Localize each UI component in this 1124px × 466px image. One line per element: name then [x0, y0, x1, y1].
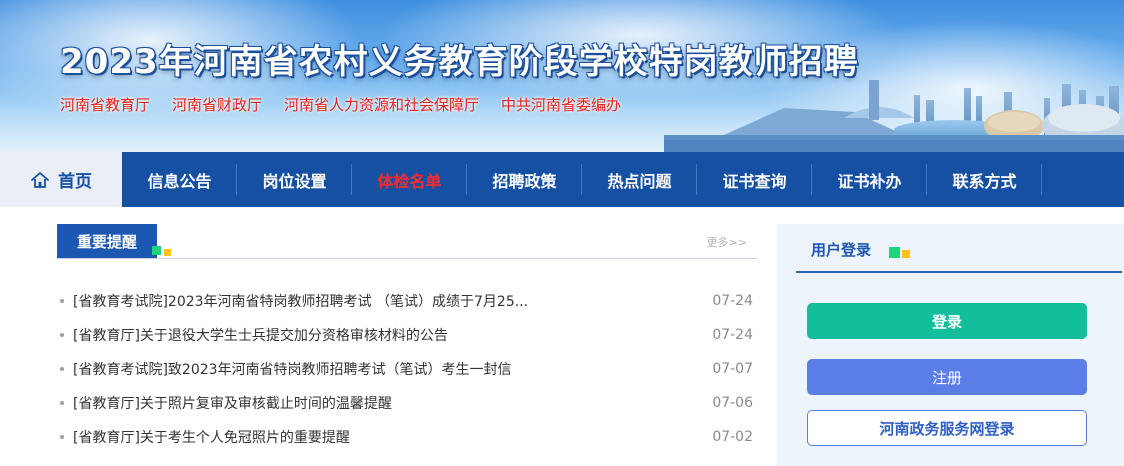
nav-item-contact[interactable]: 联系方式 [927, 152, 1042, 207]
notice-item-date: 07-24 [712, 293, 753, 309]
gov-service-login-button[interactable]: 河南政务服务网登录 [807, 410, 1087, 446]
bullet-icon [60, 299, 64, 303]
login-panel: 用户登录 登录 注册 河南政务服务网登录 [777, 224, 1124, 466]
notice-item[interactable]: [省教育厅]关于退役大学生士兵提交加分资格审核材料的公告 07-24 [57, 318, 757, 352]
notice-title: 重要提醒 [57, 224, 157, 258]
nav-home-label: 首页 [58, 172, 92, 192]
notice-item[interactable]: [省教育考试院]致2023年河南省特岗教师招聘考试（笔试）考生一封信 07-07 [57, 352, 757, 386]
notice-item-title[interactable]: [省教育考试院]致2023年河南省特岗教师招聘考试（笔试）考生一封信 [73, 359, 673, 379]
login-button[interactable]: 登录 [807, 303, 1087, 339]
bullet-icon [60, 333, 64, 337]
notice-item[interactable]: [省教育厅]关于考生个人免冠照片的重要提醒 07-02 [57, 420, 757, 454]
nav-item-medical-exam-list[interactable]: 体检名单 [352, 152, 467, 207]
notice-item-date: 07-06 [712, 395, 753, 411]
notice-item[interactable]: [省教育考试院]2023年河南省特岗教师招聘考试 （笔试）成绩于7月25... … [57, 284, 757, 318]
notice-item-title[interactable]: [省教育厅]关于退役大学生士兵提交加分资格审核材料的公告 [73, 325, 673, 345]
nav-item-positions[interactable]: 岗位设置 [237, 152, 352, 207]
organizer-name: 河南省教育厅 [60, 96, 151, 114]
notice-header: 重要提醒 更多>> [57, 224, 757, 259]
more-link[interactable]: 更多>> [707, 234, 747, 250]
bullet-icon [60, 435, 64, 439]
nav-item-announcements[interactable]: 信息公告 [122, 152, 237, 207]
organizer-list: 河南省教育厅 河南省财政厅 河南省人力资源和社会保障厅 中共河南省委编办 [60, 94, 621, 115]
notice-item-title[interactable]: [省教育考试院]2023年河南省特岗教师招聘考试 （笔试）成绩于7月25... [73, 291, 673, 311]
bullet-icon [60, 401, 64, 405]
notice-item[interactable]: [省教育厅]关于照片复审及审核截止时间的温馨提醒 07-06 [57, 386, 757, 420]
nav-item-certificate-query[interactable]: 证书查询 [697, 152, 812, 207]
nav-item-hot-topics[interactable]: 热点问题 [582, 152, 697, 207]
nav-item-certificate-reissue[interactable]: 证书补办 [812, 152, 927, 207]
home-icon [31, 171, 49, 188]
nav-item-home[interactable]: 首页 [0, 152, 122, 207]
bullet-icon [60, 367, 64, 371]
notice-item-date: 07-24 [712, 327, 753, 343]
main-nav: 首页 信息公告 岗位设置 体检名单 招聘政策 热点问题 证书查询 证书补办 联系… [0, 152, 1124, 207]
notice-list: [省教育考试院]2023年河南省特岗教师招聘考试 （笔试）成绩于7月25... … [57, 284, 757, 454]
organizer-name: 河南省人力资源和社会保障厅 [284, 96, 480, 114]
header-banner: 2023年河南省农村义务教育阶段学校特岗教师招聘 河南省教育厅 河南省财政厅 河… [0, 0, 1124, 152]
notice-item-date: 07-02 [712, 429, 753, 445]
accent-dot [152, 246, 161, 255]
notice-item-title[interactable]: [省教育厅]关于考生个人免冠照片的重要提醒 [73, 427, 673, 447]
organizer-name: 河南省财政厅 [172, 96, 263, 114]
accent-dot [164, 249, 171, 256]
notice-item-title[interactable]: [省教育厅]关于照片复审及审核截止时间的温馨提醒 [73, 393, 673, 413]
login-header: 用户登录 [796, 224, 1122, 273]
login-title: 用户登录 [811, 241, 872, 259]
register-button[interactable]: 注册 [807, 359, 1087, 395]
notice-item-date: 07-07 [712, 361, 753, 377]
organizer-name: 中共河南省委编办 [501, 96, 622, 114]
notice-panel: 重要提醒 更多>> [省教育考试院]2023年河南省特岗教师招聘考试 （笔试）成… [57, 224, 757, 454]
accent-dot [889, 247, 900, 258]
accent-dot [902, 250, 910, 258]
nav-item-policies[interactable]: 招聘政策 [467, 152, 582, 207]
banner-title: 2023年河南省农村义务教育阶段学校特岗教师招聘 [60, 42, 859, 82]
